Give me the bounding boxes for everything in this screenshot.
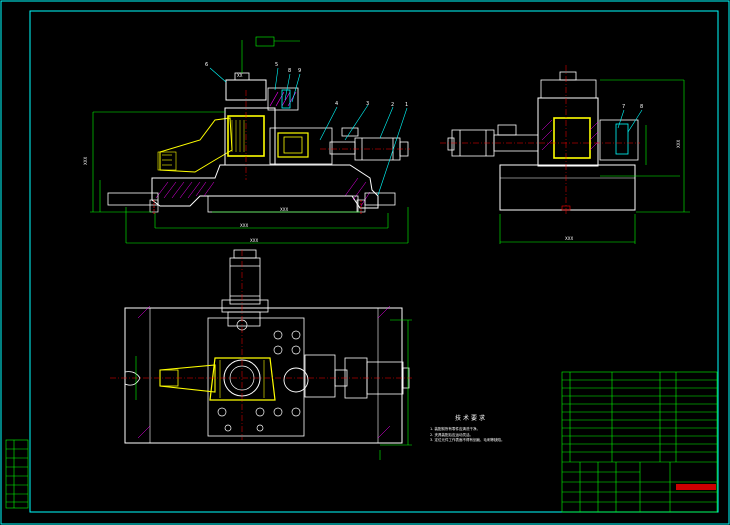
plan-base — [124, 307, 403, 444]
clamp-cylinder-plan — [221, 249, 269, 327]
technical-notes-title: 技术要求 — [455, 415, 488, 422]
svg-text:XX: XX — [237, 73, 243, 78]
technical-note-line: 3. 定位元件工作表面不得有划痕、毛刺等缺陷。 — [430, 438, 505, 442]
swing-arm — [159, 117, 233, 173]
balloon-label: 4 — [335, 101, 338, 107]
svg-text:XXX: XXX — [240, 223, 248, 228]
svg-text:XXX: XXX — [83, 157, 88, 165]
base-section-hatch — [155, 177, 371, 207]
side-dimensions — [499, 79, 690, 244]
balloon-label: 2 — [391, 102, 394, 108]
technical-notes: 1. 装配前所有零件应清洗干净。 2. 夹具装配后应运动灵活。 3. 定位元件工… — [430, 427, 504, 444]
side-leaders — [617, 109, 643, 133]
svg-text:XXX: XXX — [676, 140, 681, 148]
fixture-assembly-drawing: XXX XXX XXX XXX XX 6 5 8 9 4 3 2 1 XXX X… — [0, 0, 730, 525]
svg-text:XXX: XXX — [280, 207, 288, 212]
side-part-numbers: 7 8 — [622, 104, 643, 110]
clamp-cylinder-side — [447, 124, 539, 157]
balloon-label: 3 — [366, 101, 369, 107]
binding-edge-table — [5, 439, 29, 509]
balloon-label: 8 — [640, 104, 643, 110]
plan-view — [110, 249, 412, 460]
side-base — [499, 164, 636, 211]
front-part-numbers: 6 5 8 9 4 3 2 1 — [205, 62, 408, 108]
side-view: XXX XXX 7 8 — [440, 65, 690, 244]
balloon-label: 6 — [205, 62, 208, 68]
front-leaders — [209, 67, 408, 196]
svg-text:XXX: XXX — [565, 236, 573, 241]
balloon-label: 7 — [622, 104, 625, 110]
balloon-label: 1 — [405, 102, 408, 108]
balloon-label: 8 — [288, 68, 291, 74]
title-block-fills — [676, 484, 716, 490]
front-view: XXX XXX XXX XXX XX 6 5 8 9 4 3 2 1 — [83, 36, 410, 244]
svg-text:XXX: XXX — [250, 238, 258, 243]
clamp-cylinder-front — [329, 127, 409, 161]
plan-arm — [159, 364, 216, 393]
balloon-label: 9 — [298, 68, 301, 74]
front-dim-labels: XXX XXX XXX XXX XX — [83, 73, 288, 243]
balloon-label: 5 — [275, 62, 278, 68]
